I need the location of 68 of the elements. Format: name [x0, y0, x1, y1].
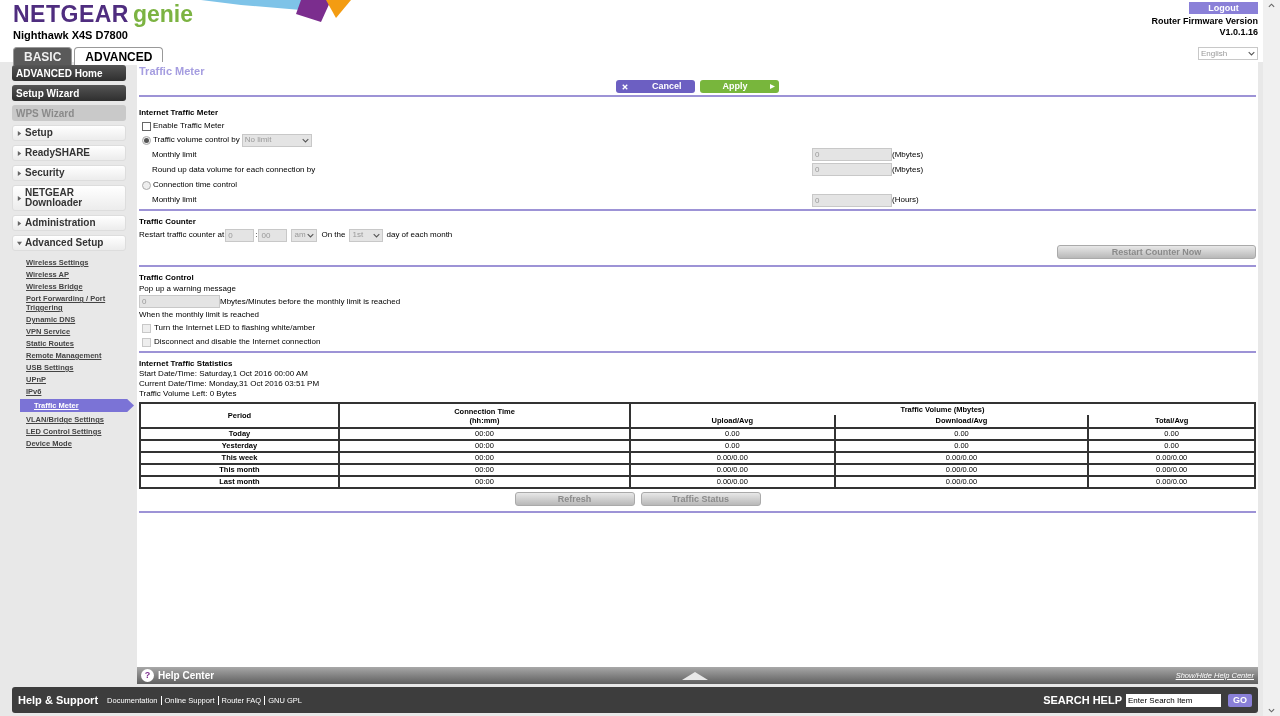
help-icon: ?: [141, 669, 154, 682]
nav-section[interactable]: Setup: [12, 125, 126, 141]
checkbox[interactable]: [142, 323, 151, 333]
nav-section[interactable]: Administration: [12, 215, 126, 231]
arrow-right-icon: [769, 84, 775, 89]
unit-label: (Mbytes): [892, 148, 924, 161]
chevron-down-icon: [301, 137, 309, 143]
checkbox-label: Enable Traffic Meter: [153, 120, 225, 132]
field-label: On the: [321, 229, 346, 241]
field-label: Mbytes/Minutes before the monthly limit is reached: [220, 295, 401, 308]
info-line: Current Date/Time: Monday,31 Oct 2016 03:51 PM: [139, 378, 321, 388]
footer-title: Help & Support: [18, 692, 99, 708]
caret-icon: [17, 240, 22, 246]
chevron-down-icon: [373, 232, 381, 238]
field-label: day of each month: [386, 229, 453, 241]
field-label: Restart traffic counter at: [139, 229, 225, 241]
cancel-button[interactable]: Cancel: [616, 80, 695, 93]
nav-button[interactable]: ADVANCED Home: [12, 65, 126, 81]
checkbox-label: Turn the Internet LED to flashing white/amber: [154, 322, 316, 334]
radio-label: Connection time control: [153, 179, 238, 191]
radio-button[interactable]: [142, 180, 151, 190]
caret-icon: [17, 220, 22, 226]
firmware-version: V1.0.1.16: [1219, 27, 1258, 38]
product-logo: genie: [132, 3, 194, 26]
field-label: Monthly limit: [152, 148, 198, 161]
brand-logo: NETGEAR: [13, 3, 129, 26]
scroll-down-icon[interactable]: [1268, 708, 1275, 713]
section-heading: Traffic Control: [139, 272, 195, 283]
checkbox-label: Disconnect and disable the Internet connection: [154, 336, 321, 348]
scrollbar[interactable]: [1263, 0, 1280, 716]
checkbox[interactable]: [142, 121, 151, 131]
nav-section[interactable]: ReadySHARE: [12, 145, 126, 161]
time-separator: :: [255, 229, 258, 241]
nav-button[interactable]: Setup Wizard: [12, 85, 126, 101]
unit-label: (Hours): [892, 194, 919, 206]
caret-icon: [17, 170, 22, 176]
model-name: Nighthawk X4S D7800: [13, 28, 129, 43]
unit-label: (Mbytes): [892, 163, 924, 176]
info-line: Start Date/Time: Saturday,1 Oct 2016 00:00 AM: [139, 368, 309, 378]
close-icon: [622, 83, 628, 90]
page-title: Traffic Meter: [139, 64, 206, 77]
search-help-label: SEARCH HELP: [1043, 692, 1122, 708]
nav-section[interactable]: Advanced Setup: [12, 235, 126, 251]
section-heading: Internet Traffic Statistics: [139, 358, 234, 368]
section-heading: Traffic Counter: [139, 216, 197, 228]
chevron-down-icon: [1248, 51, 1255, 56]
radio-label: Traffic volume control by: [153, 134, 240, 146]
field-label: When the monthly limit is reached: [139, 309, 261, 321]
caret-icon: [17, 195, 22, 201]
field-label: Monthly limit: [152, 194, 198, 206]
field-label: Pop up a warning message: [139, 283, 237, 294]
caret-icon: [17, 130, 22, 136]
expand-icon: [681, 671, 708, 680]
nav-section[interactable]: NETGEAR Downloader: [12, 185, 126, 211]
scroll-up-icon[interactable]: [1268, 3, 1275, 8]
search-field[interactable]: Enter Search Item: [1126, 693, 1221, 707]
nav-section[interactable]: Security: [12, 165, 126, 181]
info-line: Traffic Volume Left: 0 Bytes: [139, 388, 238, 398]
radio-button[interactable]: [142, 135, 151, 145]
tab[interactable]: ADVANCED: [74, 46, 164, 65]
section-heading: Internet Traffic Meter: [139, 107, 220, 119]
help-center-title: Help Center: [158, 669, 215, 683]
chevron-down-icon: [307, 232, 315, 238]
checkbox[interactable]: [142, 337, 151, 347]
caret-icon: [17, 150, 22, 156]
field-label: Round up data volume for each connection by: [152, 163, 317, 176]
tab[interactable]: BASIC: [13, 46, 73, 65]
firmware-label: Router Firmware Version: [1151, 16, 1258, 27]
